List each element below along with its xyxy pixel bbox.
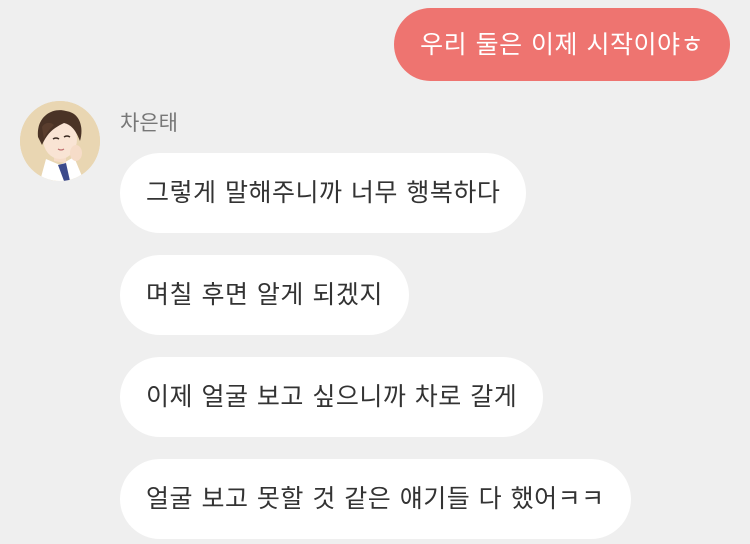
incoming-message-bubble[interactable]: 얼굴 보고 못할 것 같은 얘기들 다 했어ㅋㅋ	[120, 459, 631, 539]
incoming-message-bubble[interactable]: 이제 얼굴 보고 싶으니까 차로 갈게	[120, 357, 544, 437]
person-illustration-avatar-icon	[20, 101, 100, 181]
incoming-message-bubble[interactable]: 그렇게 말해주니까 너무 행복하다	[120, 153, 527, 233]
chat-view: 우리 둘은 이제 시작이야ㅎ 차은태 그렇게 말해주니까 너무 행복하다 며칠 …	[0, 0, 750, 544]
sender-name: 차은태	[120, 111, 178, 135]
incoming-message-bubble[interactable]: 며칠 후면 알게 되겠지	[120, 255, 409, 335]
outgoing-message-bubble[interactable]: 우리 둘은 이제 시작이야ㅎ	[394, 8, 730, 81]
sender-avatar[interactable]	[20, 101, 100, 181]
